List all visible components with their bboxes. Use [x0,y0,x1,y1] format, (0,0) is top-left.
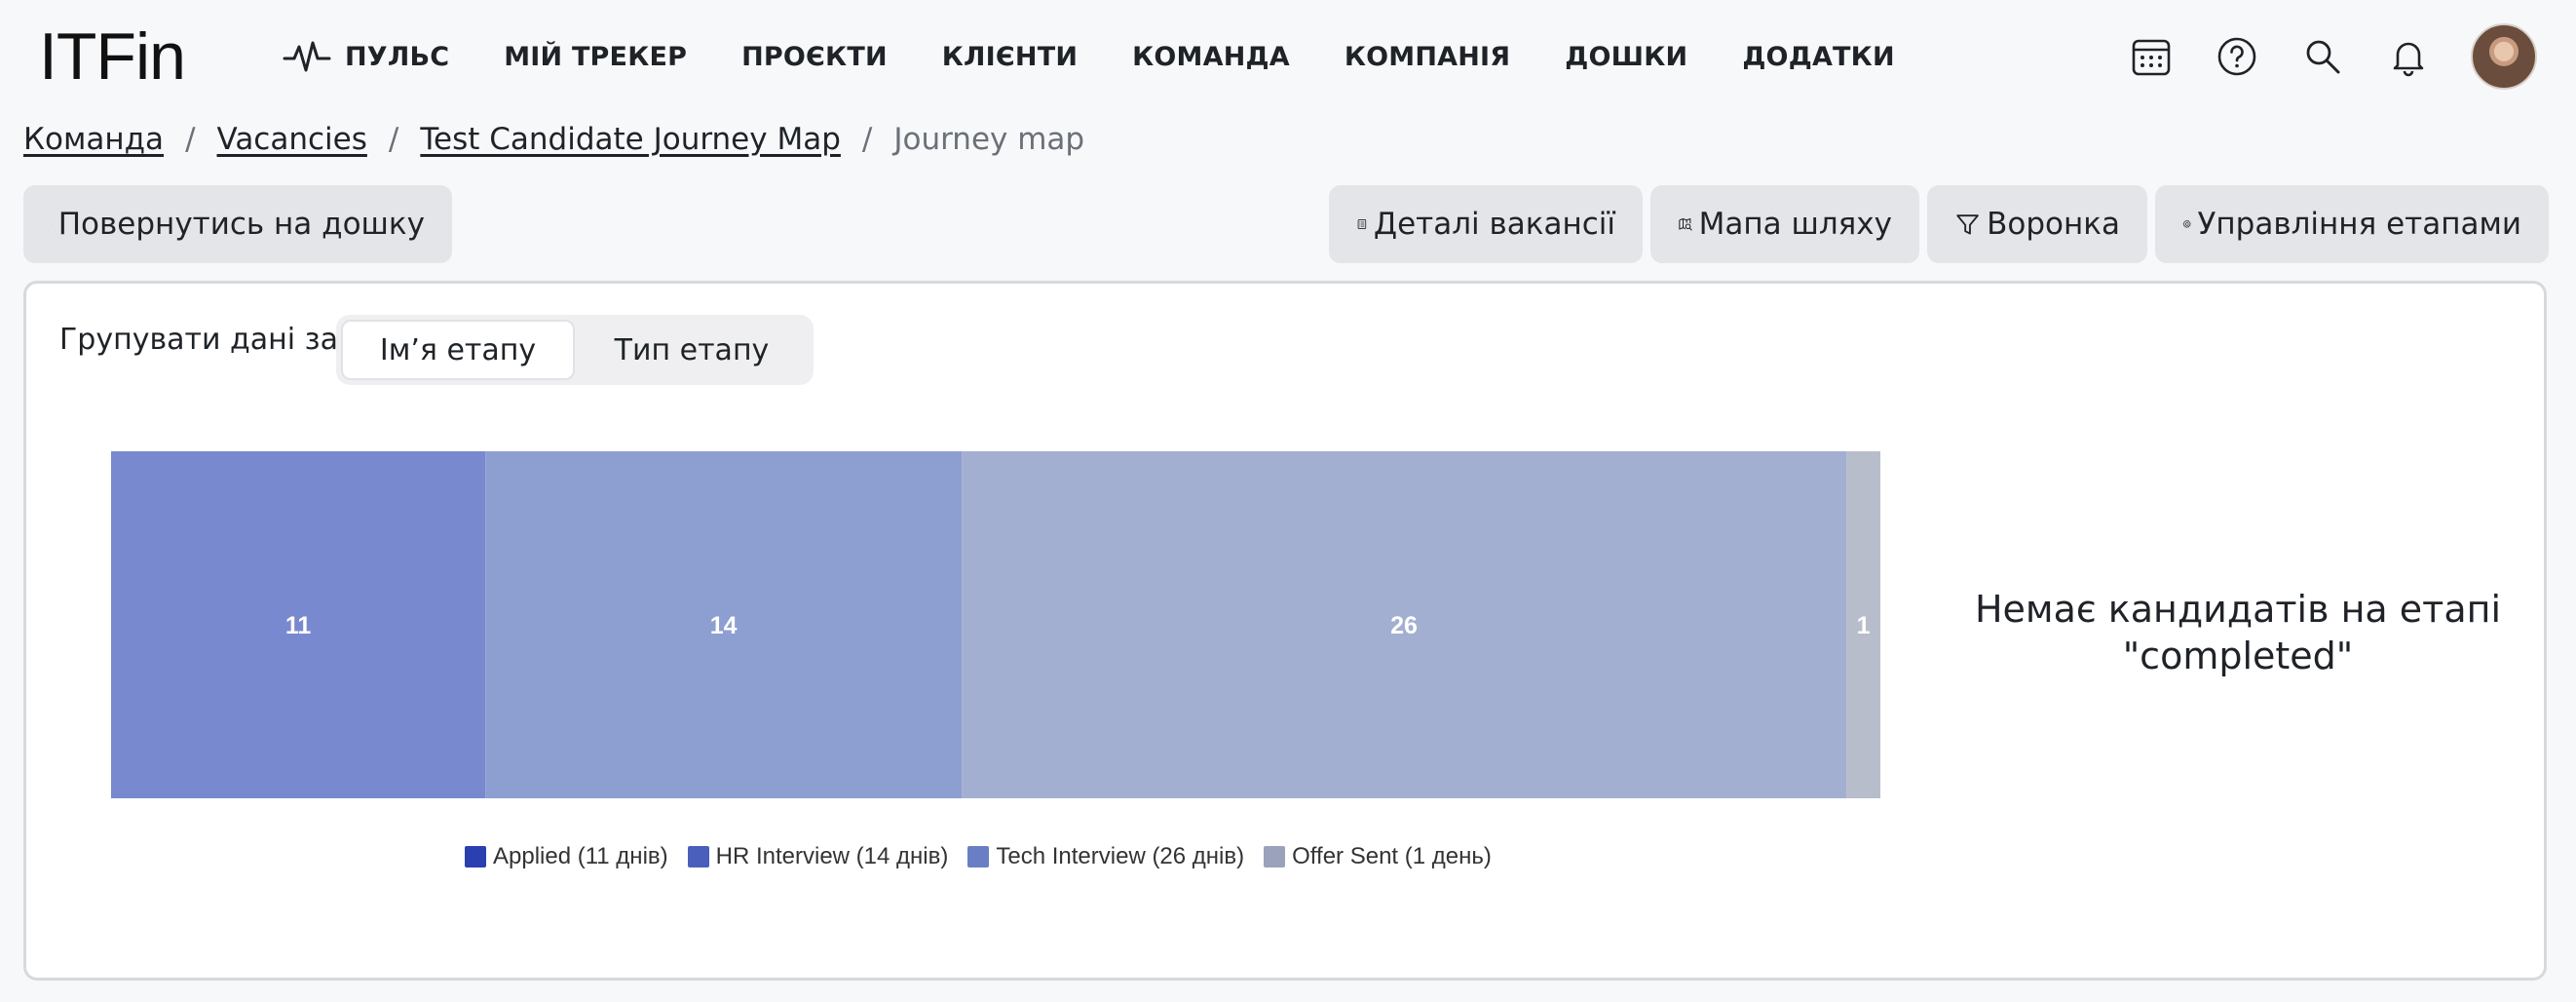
manage-stages-label: Управління етапами [2197,207,2522,242]
avatar[interactable] [2471,23,2537,90]
top-icons [2089,21,2537,92]
breadcrumb-separator: / [861,122,873,157]
app-logo[interactable]: ITFin [39,18,186,96]
bar-data-label: 26 [1390,612,1418,639]
nav-item-projects[interactable]: ПРОЄКТИ [741,27,888,86]
back-button-label: Повернутись на дошку [57,207,425,242]
legend-swatch [687,846,709,867]
nav-item-company[interactable]: КОМПАНІЯ [1345,27,1510,86]
legend-item[interactable]: Offer Sent (1 день) [1264,843,1492,870]
nav-item-label: ДОДАТКИ [1742,41,1895,72]
pulse-icon [283,41,331,72]
journey-map-panel: Групувати дані за: Ім’я етапу Тип етапу … [23,281,2547,981]
funnel-button[interactable]: Воронка [1927,185,2147,263]
list-document-icon [1357,219,1367,229]
legend-item[interactable]: Applied (11 днів) [465,843,668,870]
legend-label: HR Interview (14 днів) [715,843,949,869]
legend-label: Offer Sent (1 день) [1292,843,1492,869]
nav-item-boards[interactable]: ДОШКИ [1565,27,1687,86]
bar-data-label: 14 [710,612,738,639]
breadcrumb: Команда / Vacancies / Test Candidate Jou… [23,115,1084,164]
nav-item-label: КЛІЄНТИ [941,41,1079,72]
nav-item-label: КОМАНДА [1132,41,1290,72]
manage-stages-button[interactable]: Управління етапами [2155,185,2549,263]
nav-item-addons[interactable]: ДОДАТКИ [1742,27,1894,86]
calendar-icon[interactable] [2128,33,2175,80]
breadcrumb-current: Journey map [893,122,1085,157]
search-icon[interactable] [2299,33,2346,80]
main-nav: ПУЛЬС МІЙ ТРЕКЕР ПРОЄКТИ КЛІЄНТИ КОМАНДА… [283,27,1950,86]
map-search-icon [1679,217,1692,231]
nav-item-team[interactable]: КОМАНДА [1132,27,1290,86]
legend-label: Tech Interview (26 днів) [996,843,1245,869]
funnel-icon [1956,214,1979,235]
nav-item-my-tracker[interactable]: МІЙ ТРЕКЕР [504,27,687,86]
breadcrumb-board[interactable]: Test Candidate Journey Map [420,122,841,157]
legend-item[interactable]: Tech Interview (26 днів) [967,843,1244,870]
vacancy-details-button[interactable]: Деталі вакансії [1329,185,1643,263]
bar-data-label: 11 [285,612,312,639]
breadcrumb-vacancies[interactable]: Vacancies [217,122,367,157]
funnel-label: Воронка [1987,207,2120,242]
bell-icon[interactable] [2385,33,2432,80]
nav-item-label: ПРОЄКТИ [741,41,888,72]
legend-swatch [967,846,990,867]
nav-item-label: МІЙ ТРЕКЕР [504,41,688,72]
no-candidates-message: Немає кандидатів на етапі "completed" [1974,588,2502,677]
nav-item-pulse[interactable]: ПУЛЬС [283,27,449,86]
breadcrumb-separator: / [185,122,196,157]
bar-data-label: 1 [1857,612,1871,639]
back-to-board-button[interactable]: Повернутись на дошку [23,185,452,263]
help-icon[interactable] [2214,33,2260,80]
legend-item[interactable]: HR Interview (14 днів) [687,843,949,870]
gear-icon [2182,219,2191,228]
breadcrumb-separator: / [388,122,399,157]
journey-map-button[interactable]: Мапа шляху [1650,185,1919,263]
nav-item-clients[interactable]: КЛІЄНТИ [942,27,1078,86]
legend-swatch [465,846,486,867]
legend-label: Applied (11 днів) [493,843,668,869]
nav-item-label: КОМПАНІЯ [1344,41,1511,72]
chevron-left-icon [51,223,53,225]
top-navigation-bar: ITFin ПУЛЬС МІЙ ТРЕКЕР ПРОЄКТИ КЛІЄНТИ К… [0,0,2576,115]
nav-item-label: ДОШКИ [1565,41,1688,72]
chart-legend: Applied (11 днів) HR Interview (14 днів) T… [465,843,1511,870]
legend-swatch [1264,846,1286,867]
breadcrumb-team[interactable]: Команда [23,122,164,157]
nav-item-label: ПУЛЬС [345,41,450,72]
vacancy-details-label: Деталі вакансії [1373,207,1615,242]
journey-map-label: Мапа шляху [1698,207,1892,242]
